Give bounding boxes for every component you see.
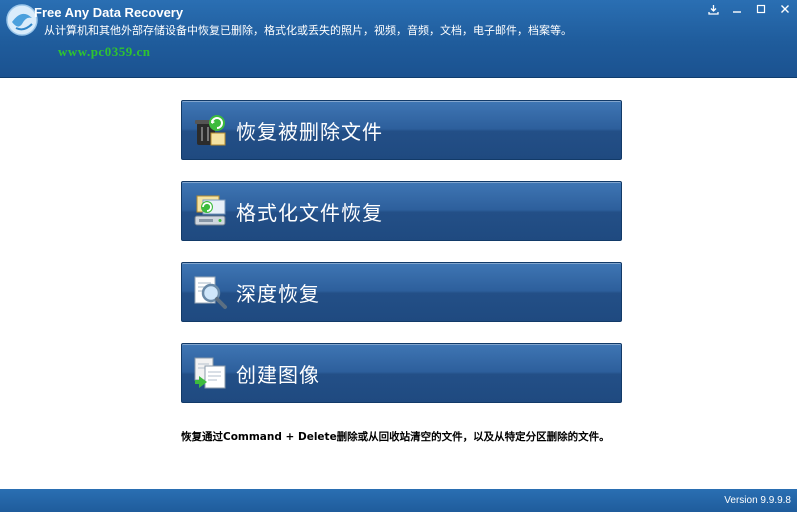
watermark-url: www.pc0359.cn (58, 44, 151, 59)
app-title: Free Any Data Recovery (34, 5, 184, 20)
download-icon (707, 4, 719, 15)
trash-restore-icon (190, 110, 230, 150)
window-controls (701, 0, 797, 18)
maximize-button[interactable] (749, 0, 773, 18)
footnote-text: 恢复通过Command + Delete删除或从回收站清空的文件，以及从特定分区… (181, 431, 610, 443)
status-bar: Version 9.9.9.8 (0, 489, 797, 512)
create-image-label: 创建图像 (236, 362, 320, 387)
close-button[interactable] (773, 0, 797, 18)
recovery-menu: 恢复被删除文件 格式化文件恢复 深度恢复 创建图像 (181, 100, 622, 424)
title-bar: Free Any Data Recovery 从计算机和其他外部存储设备中恢复已… (0, 0, 797, 78)
app-subtitle: 从计算机和其他外部存储设备中恢复已删除，格式化或丢失的照片，视频，音频，文档，电… (44, 24, 572, 37)
close-icon (781, 5, 789, 13)
create-image-button[interactable]: 创建图像 (181, 343, 622, 403)
image-copy-icon (190, 353, 230, 393)
format-recovery-button[interactable]: 格式化文件恢复 (181, 181, 622, 241)
format-recovery-label: 格式化文件恢复 (236, 200, 383, 225)
deep-recovery-label: 深度恢复 (236, 281, 320, 306)
version-label: Version 9.9.9.8 (724, 495, 791, 506)
download-button[interactable] (701, 0, 725, 18)
magnifier-icon (190, 272, 230, 312)
drive-restore-icon (190, 191, 230, 231)
maximize-icon (756, 4, 766, 14)
minimize-icon (733, 11, 741, 13)
minimize-button[interactable] (725, 0, 749, 18)
deep-recovery-button[interactable]: 深度恢复 (181, 262, 622, 322)
recover-deleted-files-label: 恢复被删除文件 (236, 119, 383, 144)
recover-deleted-files-button[interactable]: 恢复被删除文件 (181, 100, 622, 160)
